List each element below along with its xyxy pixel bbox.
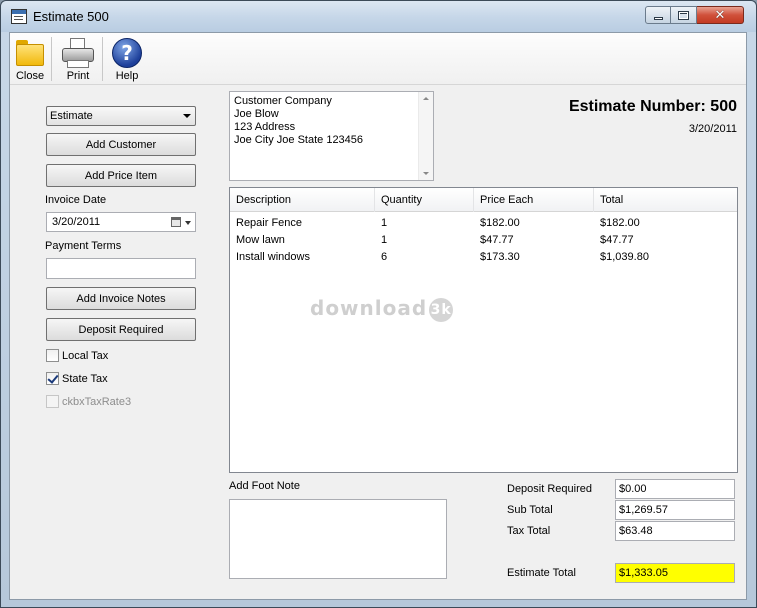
- state-tax-checkbox[interactable]: [46, 372, 59, 385]
- chevron-down-icon: [183, 114, 191, 118]
- close-button[interactable]: Close: [12, 36, 48, 84]
- print-button-label: Print: [66, 70, 90, 82]
- add-customer-button[interactable]: Add Customer: [46, 133, 196, 156]
- tax-rate3-checkbox: [46, 395, 59, 408]
- cell-quantity: 6: [381, 250, 388, 263]
- local-tax-checkbox[interactable]: [46, 349, 59, 362]
- column-header-total[interactable]: Total: [594, 188, 736, 212]
- tax-rate3-checkbox-row: ckbxTaxRate3: [46, 395, 131, 408]
- chevron-down-icon[interactable]: [185, 221, 191, 225]
- column-header-description[interactable]: Description: [230, 188, 375, 212]
- print-button[interactable]: Print: [56, 36, 100, 84]
- app-window-icon[interactable]: [11, 9, 27, 24]
- column-header-quantity[interactable]: Quantity: [375, 188, 474, 212]
- table-row[interactable]: Install windows 6 $173.30 $1,039.80: [230, 248, 737, 265]
- table-row[interactable]: Mow lawn 1 $47.77 $47.77: [230, 231, 737, 248]
- toolbar-separator: [102, 37, 103, 81]
- minimize-button[interactable]: [645, 6, 671, 24]
- folder-icon: [16, 40, 44, 66]
- payment-terms-label: Payment Terms: [45, 240, 122, 252]
- deposit-required-button[interactable]: Deposit Required: [46, 318, 196, 341]
- cell-description: Install windows: [236, 250, 310, 263]
- grid-header: Description Quantity Price Each Total: [230, 188, 737, 212]
- toolbar-separator: [51, 37, 52, 81]
- client-area: Close Print ? Help Estimate Add Customer…: [9, 32, 747, 600]
- local-tax-label: Local Tax: [62, 349, 109, 362]
- state-tax-checkbox-row[interactable]: State Tax: [46, 372, 108, 385]
- cell-total: $1,039.80: [600, 250, 649, 263]
- close-window-button[interactable]: ✕: [697, 6, 744, 24]
- estimate-total-label: Estimate Total: [507, 567, 576, 579]
- cell-price-each: $173.30: [480, 250, 520, 263]
- scroll-down-icon[interactable]: [423, 172, 429, 175]
- cell-total: $47.77: [600, 233, 634, 246]
- cell-description: Mow lawn: [236, 233, 285, 246]
- help-button-label: Help: [115, 70, 139, 82]
- estimate-number: Estimate Number: 500: [568, 98, 737, 115]
- tax-total-label: Tax Total: [507, 525, 551, 537]
- watermark: download 3k: [310, 296, 454, 322]
- table-row[interactable]: Repair Fence 1 $182.00 $182.00: [230, 214, 737, 231]
- cell-quantity: 1: [381, 216, 388, 229]
- add-price-item-button[interactable]: Add Price Item: [46, 164, 196, 187]
- maximize-button[interactable]: [671, 6, 697, 24]
- tax-rate3-label: ckbxTaxRate3: [62, 395, 132, 408]
- estimate-date: 3/20/2011: [688, 123, 737, 135]
- column-header-price-each[interactable]: Price Each: [474, 188, 594, 212]
- toolbar: Close Print ? Help: [10, 33, 746, 85]
- cell-price-each: $182.00: [480, 216, 520, 229]
- doc-type-select[interactable]: Estimate: [46, 106, 196, 126]
- invoice-date-value: 3/20/2011: [52, 216, 101, 228]
- sub-total-label: Sub Total: [507, 504, 553, 516]
- title-bar[interactable]: Estimate 500 ✕: [1, 1, 756, 32]
- cell-price-each: $47.77: [480, 233, 514, 246]
- doc-type-value: Estimate: [50, 110, 93, 122]
- sub-total-field[interactable]: $1,269.57: [615, 500, 735, 520]
- app-window: Estimate 500 ✕ Close Print ? Help Estima…: [0, 0, 757, 608]
- window-title: Estimate 500: [33, 9, 109, 24]
- cell-description: Repair Fence: [236, 216, 303, 229]
- add-invoice-notes-button[interactable]: Add Invoice Notes: [46, 287, 196, 310]
- minimize-icon: [653, 16, 663, 20]
- cell-total: $182.00: [600, 216, 640, 229]
- invoice-date-picker[interactable]: 3/20/2011: [46, 212, 196, 232]
- invoice-date-label: Invoice Date: [45, 194, 107, 206]
- close-icon: ✕: [714, 7, 726, 23]
- customer-company-line: Customer Company: [234, 95, 332, 107]
- watermark-badge: 3k: [429, 297, 454, 322]
- calendar-icon[interactable]: [171, 217, 181, 227]
- payment-terms-input[interactable]: [46, 258, 196, 279]
- customer-address-line: 123 Address: [234, 121, 296, 133]
- tax-total-field[interactable]: $63.48: [615, 521, 735, 541]
- printer-icon: [62, 38, 94, 68]
- customer-city-line: Joe City Joe State 123456: [234, 134, 364, 146]
- estimate-total-field[interactable]: $1,333.05: [615, 563, 735, 583]
- foot-note-input[interactable]: [229, 499, 447, 579]
- deposit-required-label: Deposit Required: [507, 483, 592, 495]
- close-button-label: Close: [15, 70, 45, 82]
- address-scrollbar[interactable]: [418, 92, 433, 180]
- maximize-icon: [678, 10, 689, 20]
- customer-address-box[interactable]: Customer Company Joe Blow 123 Address Jo…: [229, 91, 434, 181]
- scroll-up-icon[interactable]: [423, 97, 429, 100]
- help-icon: ?: [112, 38, 142, 68]
- state-tax-label: State Tax: [62, 372, 108, 385]
- watermark-text: download: [310, 296, 428, 320]
- help-button[interactable]: ? Help: [106, 36, 148, 84]
- cell-quantity: 1: [381, 233, 388, 246]
- deposit-required-field[interactable]: $0.00: [615, 479, 735, 499]
- line-items-grid[interactable]: Description Quantity Price Each Total Re…: [229, 187, 738, 473]
- local-tax-checkbox-row[interactable]: Local Tax: [46, 349, 108, 362]
- foot-note-label: Add Foot Note: [229, 480, 300, 492]
- customer-name-line: Joe Blow: [234, 108, 279, 120]
